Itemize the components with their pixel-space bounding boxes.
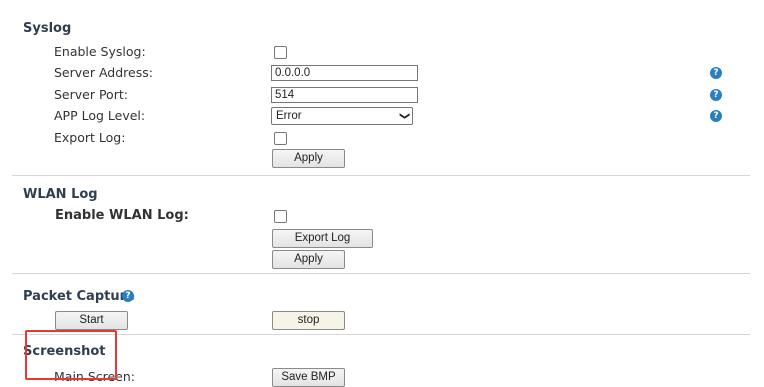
enable-syslog-label: Enable Syslog: <box>54 44 146 59</box>
wlan-export-log-button[interactable]: Export Log <box>272 229 373 248</box>
screenshot-highlight-box <box>25 330 117 380</box>
wlan-log-section-title: WLAN Log <box>23 187 98 202</box>
enable-wlan-log-checkbox[interactable] <box>274 210 287 223</box>
server-port-help-icon[interactable]: ? <box>710 89 722 101</box>
packet-capture-stop-button[interactable]: stop <box>272 311 345 330</box>
app-log-level-help-icon[interactable]: ? <box>710 110 722 122</box>
server-port-input[interactable]: 514 <box>271 87 418 103</box>
app-log-level-select[interactable]: Error ❯ <box>271 107 413 125</box>
section-divider <box>12 175 750 176</box>
export-log-label: Export Log: <box>54 130 126 145</box>
server-address-help-icon[interactable]: ? <box>710 67 722 79</box>
packet-capture-start-button[interactable]: Start <box>55 311 128 330</box>
settings-panel: Syslog Enable Syslog: Server Address: 0.… <box>12 0 750 387</box>
syslog-apply-button[interactable]: Apply <box>272 149 345 168</box>
syslog-section-title: Syslog <box>23 21 72 36</box>
packet-capture-section-title: Packet Capture <box>23 289 135 304</box>
app-log-level-value: Error <box>276 110 302 122</box>
server-port-label: Server Port: <box>54 87 128 102</box>
enable-wlan-log-label: Enable WLAN Log: <box>55 208 189 223</box>
save-bmp-button[interactable]: Save BMP <box>272 368 345 387</box>
wlan-apply-button[interactable]: Apply <box>272 250 345 269</box>
enable-syslog-checkbox[interactable] <box>274 46 287 59</box>
export-log-checkbox[interactable] <box>274 132 287 145</box>
server-address-input[interactable]: 0.0.0.0 <box>271 65 418 81</box>
chevron-down-icon: ❯ <box>398 111 410 121</box>
section-divider <box>12 334 750 335</box>
app-log-level-label: APP Log Level: <box>54 108 146 123</box>
packet-capture-help-icon[interactable]: ? <box>122 290 134 302</box>
server-address-label: Server Address: <box>54 65 153 80</box>
packet-capture-title-text: Packet Capture <box>23 289 135 304</box>
section-divider <box>12 273 750 274</box>
